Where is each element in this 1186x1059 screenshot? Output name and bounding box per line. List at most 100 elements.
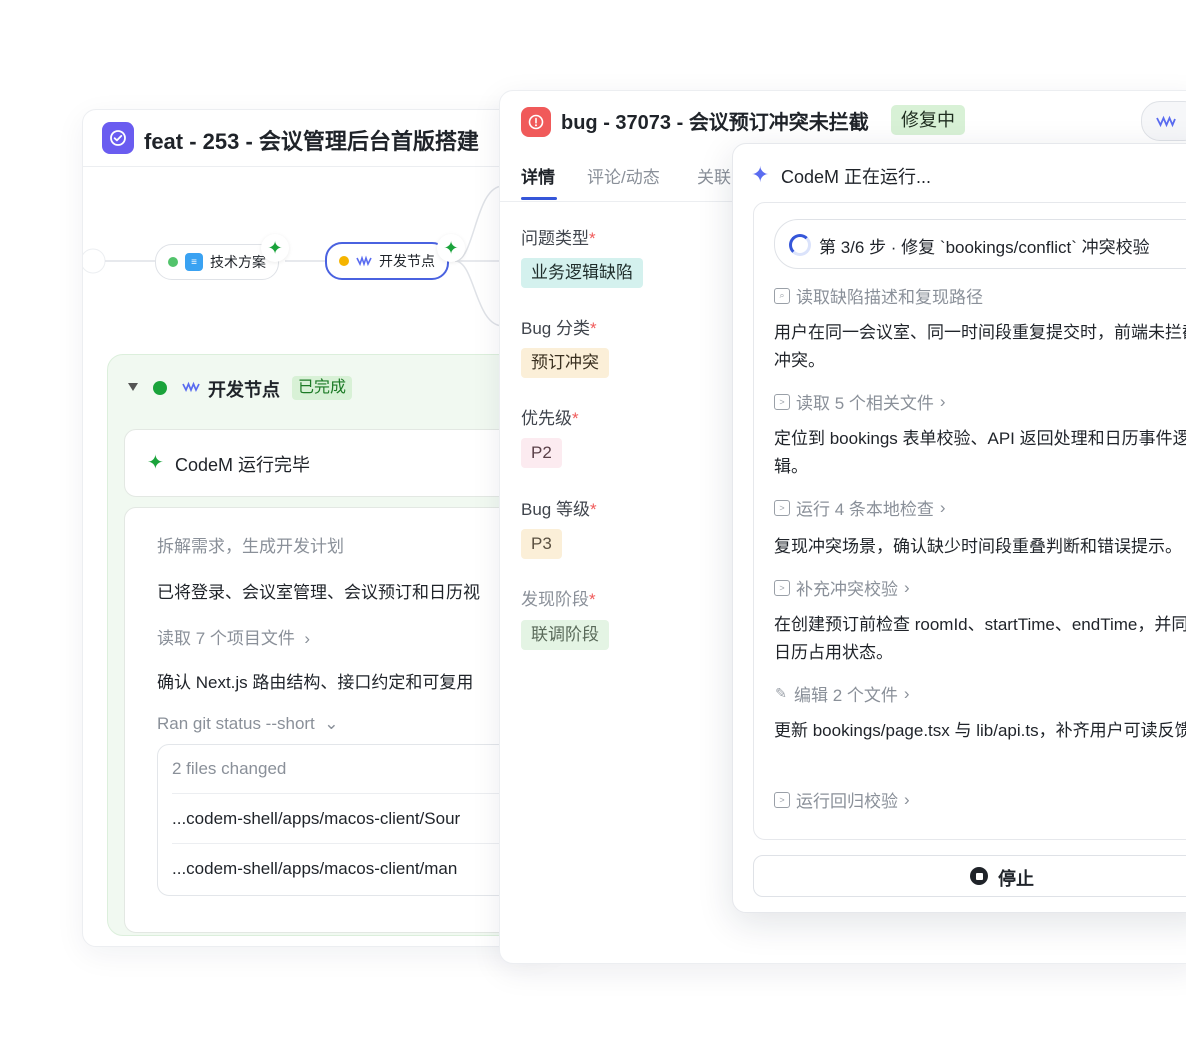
chevron-right-icon: ›	[939, 391, 946, 411]
codem-done-text: CodeM 运行完毕	[175, 455, 311, 475]
divider	[172, 843, 552, 844]
tab-details[interactable]: 详情	[521, 163, 555, 188]
log-line: 已将登录、会议室管理、会议预订和日历视	[157, 583, 480, 602]
action-run-checks[interactable]: > 运行 4 条本地检查 ›	[774, 495, 946, 520]
stop-icon	[970, 867, 988, 885]
sparkle-icon: ✦	[261, 234, 289, 262]
flow-connectors	[83, 185, 504, 327]
required-mark: *	[572, 409, 579, 428]
field-value-found-stage[interactable]: 联调阶段	[521, 620, 609, 650]
sparkle-icon: ✦	[147, 452, 164, 474]
action-text: 运行回归校验	[796, 792, 898, 811]
log-step-title: 拆解需求，生成开发计划	[157, 537, 344, 556]
log-paragraph: 更新 bookings/page.tsx 与 lib/api.ts，补齐用户可读…	[774, 721, 1186, 740]
feat-check-icon	[102, 122, 134, 154]
required-mark: *	[589, 500, 597, 519]
chevron-right-icon: ›	[903, 683, 910, 703]
field-label-text: 优先级	[521, 409, 572, 428]
codem-toggle-button[interactable]	[1141, 101, 1186, 141]
divider	[172, 793, 552, 794]
terminal-icon: >	[774, 791, 790, 808]
collapse-triangle-icon[interactable]	[128, 383, 138, 391]
loading-spinner-icon	[789, 234, 811, 256]
field-label-text: Bug 分类	[521, 319, 590, 338]
terminal-icon: >	[774, 393, 790, 410]
files-changed-count: 2 files changed	[172, 759, 287, 778]
field-label-bug-category: Bug 分类*	[521, 314, 597, 339]
required-mark: *	[589, 319, 597, 338]
action-edit-files[interactable]: ✎ 编辑 2 个文件 ›	[774, 681, 910, 706]
flow-node-label: 技术方案	[210, 254, 266, 270]
document-icon: ≡	[185, 253, 203, 271]
codem-logo-icon	[1156, 115, 1176, 128]
feat-header: feat - 253 - 会议管理后台首版搭建	[83, 110, 553, 167]
dev-node-section: 开发节点 已完成 ✦ CodeM 运行完毕 拆解需求，生成开发计划 已将登录、会…	[107, 354, 553, 936]
alert-circle-icon	[521, 107, 551, 137]
field-label-issue-type: 问题类型*	[521, 224, 596, 249]
log-paragraph: 在创建预订前检查 roomId、startTime、endTime，并同步日历占…	[774, 615, 1186, 662]
tab-active-indicator	[521, 197, 557, 200]
codem-panel: ✦ CodeM 正在运行... 第 3/6 步 · 修复 `bookings/c…	[732, 143, 1186, 913]
current-step-pill: 第 3/6 步 · 修复 `bookings/conflict` 冲突校验	[774, 219, 1186, 269]
pencil-icon: ✎	[775, 685, 787, 701]
action-add-check[interactable]: > 补充冲突校验 ›	[774, 575, 910, 600]
read-files-text: 读取 7 个项目文件	[157, 629, 295, 648]
codem-logo-icon	[356, 255, 372, 267]
node-section-title: 开发节点	[208, 380, 280, 400]
flow-node-dev[interactable]: 开发节点	[325, 242, 449, 280]
feat-panel: feat - 253 - 会议管理后台首版搭建 ≡ 技术方案 ✦ 开发节点 ✦ …	[82, 109, 554, 947]
log-line: 确认 Next.js 路由结构、接口约定和可复用	[157, 673, 474, 692]
field-value-issue-type[interactable]: 业务逻辑缺陷	[521, 258, 643, 288]
chevron-right-icon: ›	[904, 577, 910, 597]
chevron-down-icon: ⌄	[319, 714, 339, 733]
action-regression[interactable]: > 运行回归校验 ›	[774, 787, 910, 812]
git-cmd-toggle[interactable]: Ran git status --short ⌄	[157, 714, 338, 734]
action-text: 运行 4 条本地检查	[796, 500, 934, 519]
status-badge: 已完成	[292, 376, 353, 400]
terminal-icon: >	[774, 499, 790, 516]
field-label-text: Bug 等级	[521, 500, 590, 519]
field-value-priority[interactable]: P2	[521, 438, 562, 468]
chevron-right-icon: ›	[299, 629, 311, 648]
field-label-text: 发现阶段	[521, 590, 589, 609]
chevron-right-icon: ›	[939, 497, 946, 517]
required-mark: *	[589, 229, 596, 248]
action-text: 补充冲突校验	[796, 580, 898, 599]
action-read-files[interactable]: > 读取 5 个相关文件 ›	[774, 389, 946, 414]
action-read-desc: ⌕ 读取缺陷描述和复现路径	[774, 283, 983, 308]
action-text: 编辑 2 个文件	[794, 686, 898, 705]
read-files-link[interactable]: 读取 7 个项目文件 ›	[157, 624, 310, 649]
tab-comments[interactable]: 评论/动态	[587, 163, 660, 188]
status-badge: 修复中	[891, 105, 965, 135]
action-text: 读取缺陷描述和复现路径	[796, 288, 983, 307]
tab-divider	[500, 201, 734, 202]
git-cmd-text: Ran git status --short	[157, 714, 315, 733]
codem-panel-title: CodeM 正在运行...	[781, 167, 932, 187]
required-mark: *	[589, 590, 596, 609]
node-status-dot	[168, 257, 178, 267]
changed-file-row[interactable]: ...codem-shell/apps/macos-client/man	[172, 859, 457, 879]
changed-file-row[interactable]: ...codem-shell/apps/macos-client/Sour	[172, 809, 460, 829]
log-paragraph: 用户在同一会议室、同一时间段重复提交时，前端未拦截冲突。	[774, 323, 1186, 370]
stop-button-label: 停止	[998, 869, 1034, 889]
codem-log-card: 拆解需求，生成开发计划 已将登录、会议室管理、会议预订和日历视 读取 7 个项目…	[124, 507, 553, 933]
sparkle-icon: ✦	[437, 234, 465, 262]
chevron-right-icon: ›	[904, 789, 910, 809]
sparkle-icon: ✦	[751, 162, 770, 187]
stop-button[interactable]: 停止	[753, 855, 1186, 897]
log-paragraph: 定位到 bookings 表单校验、API 返回处理和日历事件逻辑。	[774, 429, 1186, 476]
bug-title: bug - 37073 - 会议预订冲突未拦截	[561, 112, 869, 134]
tab-related[interactable]: 关联	[697, 163, 731, 188]
flow-node-label: 开发节点	[379, 253, 435, 269]
feat-title: feat - 253 - 会议管理后台首版搭建	[144, 129, 479, 154]
field-value-bug-level[interactable]: P3	[521, 529, 562, 559]
field-label-bug-level: Bug 等级*	[521, 495, 597, 520]
field-value-bug-category[interactable]: 预订冲突	[521, 348, 609, 378]
current-step-text: 第 3/6 步 · 修复 `bookings/conflict` 冲突校验	[819, 238, 1150, 257]
codem-done-card: ✦ CodeM 运行完毕	[124, 429, 546, 497]
search-doc-icon: ⌕	[774, 287, 790, 304]
field-label-found-stage: 发现阶段*	[521, 585, 596, 610]
terminal-icon: >	[774, 579, 790, 596]
action-text: 读取 5 个相关文件	[796, 394, 934, 413]
status-dot-green	[153, 381, 167, 395]
